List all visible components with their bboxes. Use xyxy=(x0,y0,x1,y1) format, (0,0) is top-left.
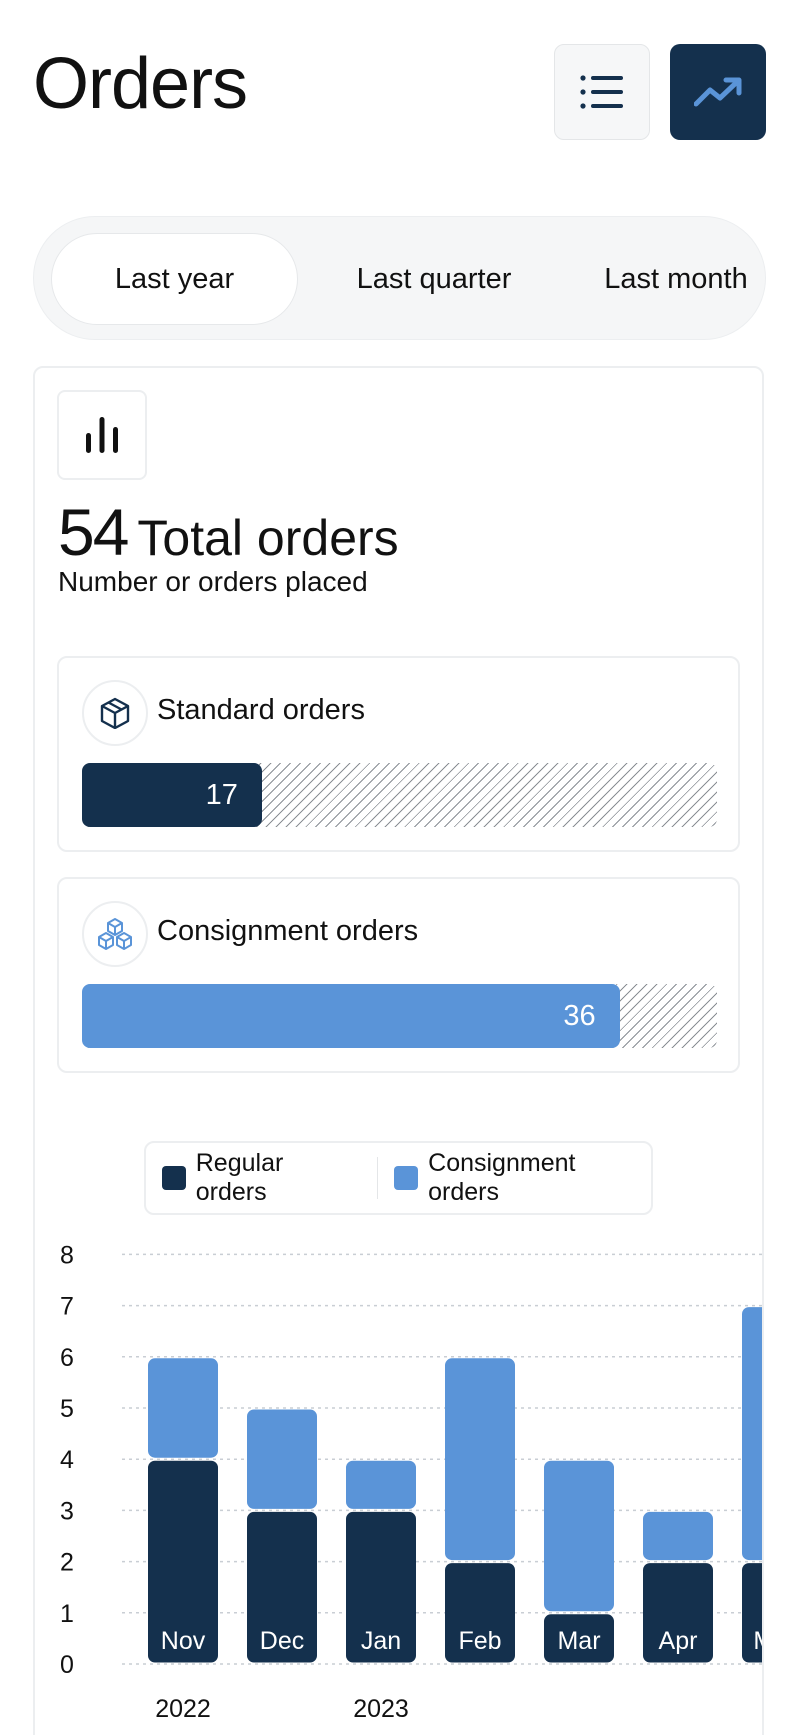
page-title: Orders xyxy=(33,44,248,124)
summary-icon-box xyxy=(57,390,147,480)
period-selector: Last year Last quarter Last month xyxy=(33,216,766,340)
y-tick-label: 5 xyxy=(60,1395,74,1423)
consignment-orders-value: 36 xyxy=(563,999,596,1032)
standard-orders-icon-circle xyxy=(82,680,148,746)
tab-last-year[interactable]: Last year xyxy=(51,233,298,325)
total-orders-label: Total orders xyxy=(137,510,399,566)
year-label: 2022 xyxy=(155,1695,211,1723)
bar-feb-consignment xyxy=(445,1358,515,1561)
bar-may-consignment xyxy=(742,1307,762,1561)
x-tick-label: Dec xyxy=(260,1627,304,1655)
bar-may-regular xyxy=(742,1563,762,1663)
x-tick-label: Nov xyxy=(161,1627,206,1655)
consignment-orders-box: Consignment orders 36 xyxy=(57,877,740,1073)
chart-legend: Regular orders Consignment orders xyxy=(144,1141,653,1215)
bar-mar-consignment xyxy=(544,1460,614,1612)
legend-label-regular: Regular orders xyxy=(195,1149,284,1206)
standard-orders-value: 17 xyxy=(205,778,238,811)
x-tick-label: May xyxy=(753,1627,800,1655)
trend-view-button[interactable] xyxy=(670,44,766,140)
list-view-button[interactable] xyxy=(554,44,650,140)
total-orders-count: 54 xyxy=(58,495,129,569)
bar-apr-consignment xyxy=(643,1511,713,1561)
legend-label-consignment: Consignment orders xyxy=(428,1149,576,1206)
y-tick-label: 8 xyxy=(60,1241,74,1269)
standard-orders-label: Standard orders xyxy=(157,694,365,726)
consignment-orders-track: 36 xyxy=(82,984,717,1048)
y-tick-label: 6 xyxy=(60,1344,74,1372)
legend-swatch-regular xyxy=(162,1166,186,1190)
y-tick-label: 0 xyxy=(60,1651,74,1679)
y-tick-label: 4 xyxy=(60,1446,74,1474)
legend-item-consignment[interactable]: Consignment orders xyxy=(378,1149,651,1207)
y-tick-label: 1 xyxy=(60,1600,74,1628)
tab-last-quarter[interactable]: Last quarter xyxy=(314,233,554,325)
legend-swatch-consignment xyxy=(394,1166,419,1190)
orders-bar-chart: 0 1 2 3 4 5 6 7 8 Nov Dec Jan Feb Mar Apr May 2022 2023 xyxy=(60,1241,800,1723)
bar-dec-consignment xyxy=(247,1409,317,1509)
consignment-orders-bar: 36 xyxy=(82,984,620,1048)
total-orders: 54 Total orders xyxy=(58,494,399,570)
bars-group: Nov Dec Jan Feb Mar Apr May xyxy=(148,1307,800,1663)
x-tick-label: Mar xyxy=(557,1627,600,1655)
standard-orders-box: Standard orders 17 xyxy=(57,656,740,852)
y-tick-label: 3 xyxy=(60,1497,74,1525)
bar-nov-consignment xyxy=(148,1358,218,1458)
y-tick-label: 7 xyxy=(60,1293,74,1321)
bar-chart-icon xyxy=(86,417,118,453)
bar-jan-consignment xyxy=(346,1460,416,1509)
trending-up-icon xyxy=(694,77,742,107)
x-tick-label: Apr xyxy=(659,1627,698,1655)
x-tick-label: Feb xyxy=(458,1627,501,1655)
cubes-icon xyxy=(98,918,132,950)
consignment-orders-label: Consignment orders xyxy=(157,915,419,947)
tab-last-month[interactable]: Last month xyxy=(556,233,796,325)
consignment-orders-icon-circle xyxy=(82,901,148,967)
year-label: 2023 xyxy=(353,1695,409,1723)
legend-item-regular[interactable]: Regular orders xyxy=(146,1149,359,1207)
summary-subtitle: Number or orders placed xyxy=(58,566,368,597)
list-icon xyxy=(580,75,623,109)
y-tick-label: 2 xyxy=(60,1549,74,1577)
x-tick-label: Jan xyxy=(361,1627,401,1655)
standard-orders-track: 17 xyxy=(82,763,717,827)
standard-orders-bar: 17 xyxy=(82,763,262,827)
package-icon xyxy=(100,697,130,729)
